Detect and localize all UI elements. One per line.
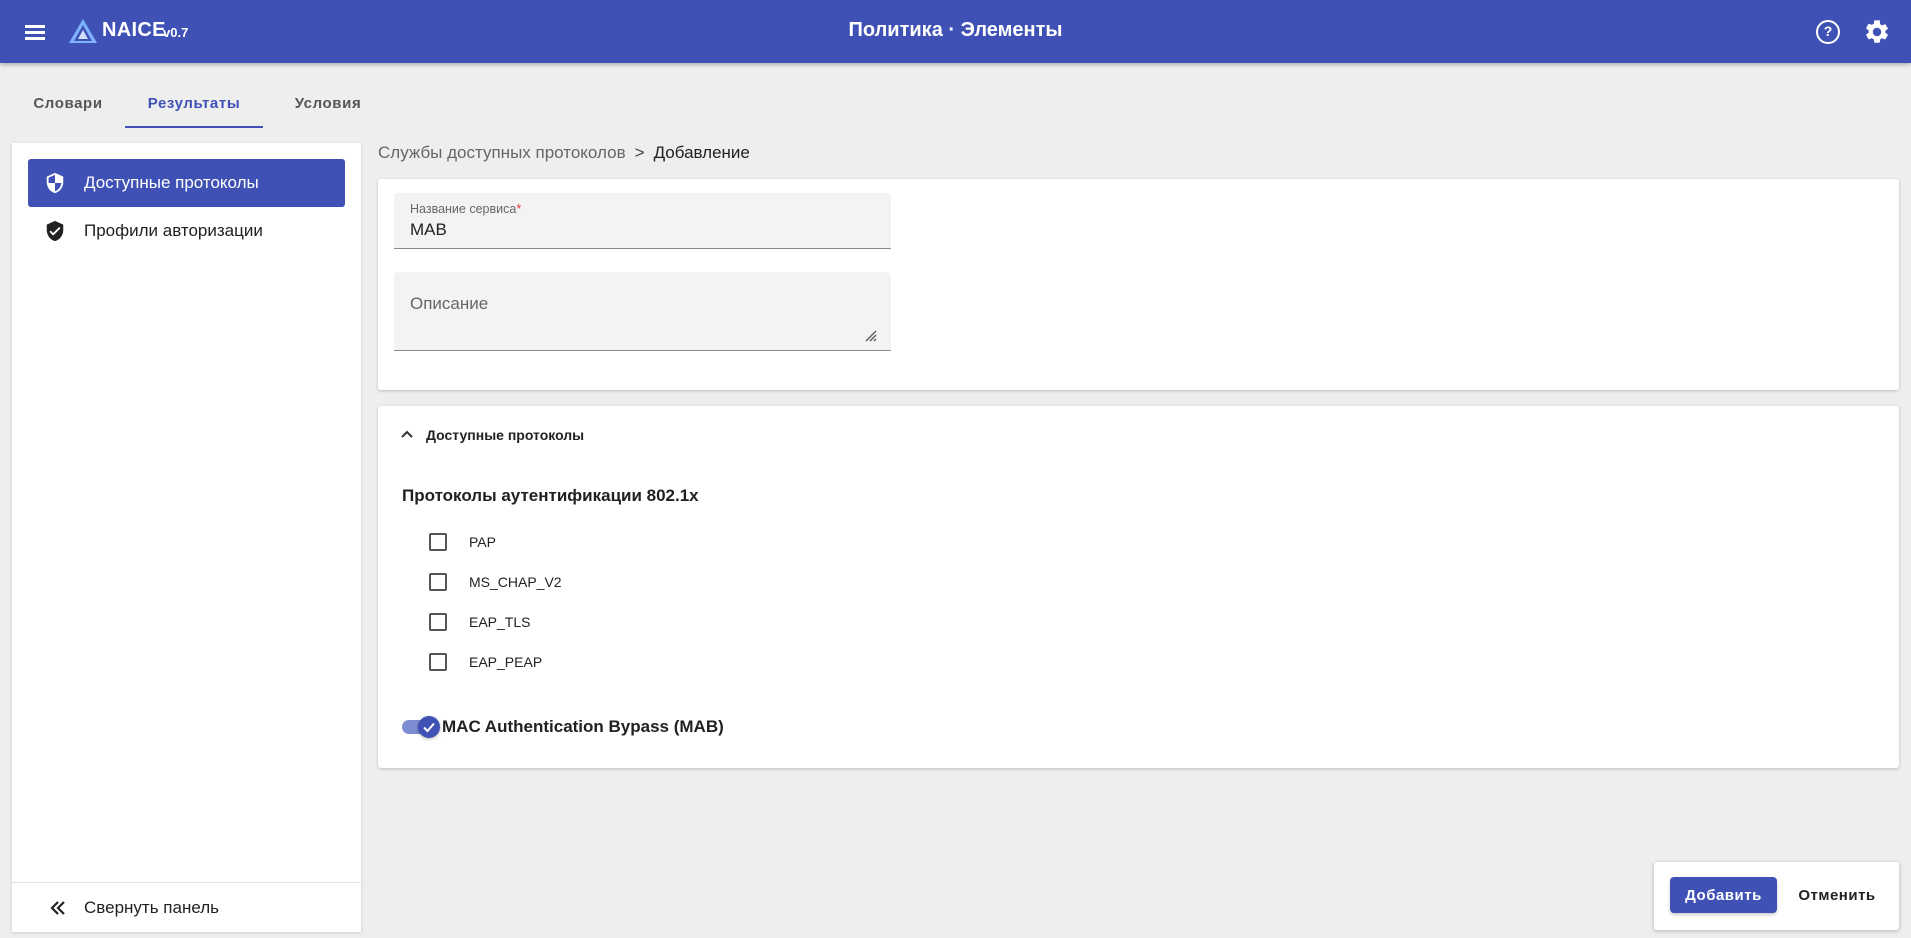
resize-handle-icon[interactable]	[863, 328, 877, 342]
service-name-label: Название сервиса*	[410, 202, 522, 216]
form-actions: Добавить Отменить	[1654, 862, 1899, 930]
check-icon	[423, 722, 435, 733]
service-name-field[interactable]: Название сервиса* MAB	[394, 193, 891, 249]
checkbox-icon[interactable]	[429, 573, 447, 591]
tab-results[interactable]: Результаты	[125, 84, 263, 128]
auth-protocols-title: Протоколы аутентификации 802.1x	[402, 486, 699, 505]
double-chevron-left-icon	[50, 901, 65, 915]
mab-toggle[interactable]	[402, 716, 442, 738]
checkbox-label: MS_CHAP_V2	[469, 574, 562, 590]
shield-icon	[46, 172, 64, 194]
checkbox-icon[interactable]	[429, 533, 447, 551]
gear-icon[interactable]	[1863, 18, 1891, 46]
add-button[interactable]: Добавить	[1670, 877, 1777, 913]
service-name-value: MAB	[410, 220, 447, 239]
sidebar-item-authorization-profiles[interactable]: Профили авторизации	[28, 207, 345, 255]
sidebar-item-available-protocols[interactable]: Доступные протоколы	[28, 159, 345, 207]
checkbox-label: EAP_PEAP	[469, 654, 543, 670]
description-placeholder: Описание	[410, 294, 489, 313]
chevron-up-icon	[401, 430, 413, 438]
cancel-button[interactable]: Отменить	[1788, 877, 1886, 913]
service-form-card: Название сервиса* MAB Описание	[378, 179, 1899, 390]
breadcrumb-current: Добавление	[653, 143, 750, 162]
breadcrumb: Службы доступных протоколов > Добавление	[378, 143, 750, 163]
checkbox-label: PAP	[469, 534, 496, 550]
app-header: NAICE v0.7 Политика · Элементы ?	[0, 0, 1911, 63]
checkbox-icon[interactable]	[429, 653, 447, 671]
breadcrumb-parent[interactable]: Службы доступных протоколов	[378, 143, 626, 162]
protocols-expander-label: Доступные протоколы	[426, 427, 585, 443]
required-mark: *	[516, 202, 522, 216]
verified-shield-icon	[46, 220, 64, 242]
mab-toggle-label: MAC Authentication Bypass (MAB)	[442, 717, 724, 736]
sidebar: Доступные протоколы Профили авторизации …	[12, 143, 361, 932]
toggle-thumb	[418, 716, 440, 738]
sidebar-item-label: Профили авторизации	[84, 221, 263, 240]
description-field[interactable]: Описание	[394, 272, 891, 351]
breadcrumb-separator: >	[634, 143, 645, 162]
tab-conditions[interactable]: Условия	[278, 84, 378, 128]
protocols-card: Доступные протоколы Протоколы аутентифик…	[378, 406, 1899, 768]
tab-dictionaries[interactable]: Словари	[20, 84, 116, 128]
collapse-panel-label: Свернуть панель	[84, 898, 219, 917]
checkbox-icon[interactable]	[429, 613, 447, 631]
help-icon[interactable]: ?	[1816, 20, 1840, 44]
page-title: Политика · Элементы	[848, 19, 1063, 41]
collapse-panel-button[interactable]: Свернуть панель	[12, 882, 361, 932]
checkbox-label: EAP_TLS	[469, 614, 531, 630]
sidebar-item-label: Доступные протоколы	[84, 173, 259, 192]
